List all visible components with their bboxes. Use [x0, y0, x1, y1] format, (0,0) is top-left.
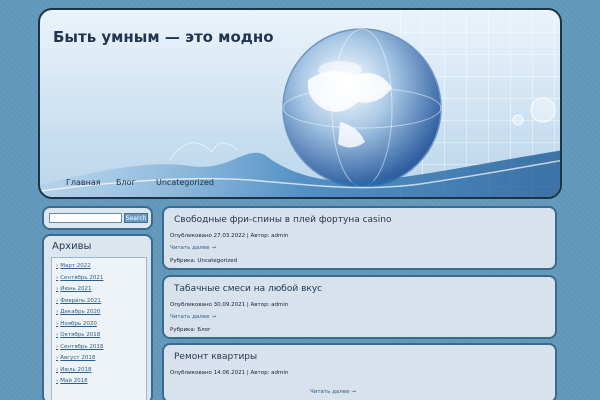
post-card: Ремонт квартиры Опубликовано 14.06.2021 … — [162, 343, 557, 400]
chevron-right-icon: › — [56, 309, 59, 315]
chevron-right-icon: › — [56, 275, 59, 281]
archive-link[interactable]: › Июль 2018 — [56, 367, 91, 373]
archives-widget: Архивы › Март 2022 › Сентябрь 2021 › Июнь 2… — [42, 234, 153, 400]
chevron-right-icon: › — [56, 332, 59, 338]
archives-list: › Март 2022 › Сентябрь 2021 › Июнь 2021 › Фе… — [51, 257, 147, 400]
post-title[interactable]: Свободные фри-спины в плей фортуна casin… — [174, 215, 391, 225]
nav-home[interactable]: Главная — [66, 178, 101, 187]
chevron-right-icon: › — [56, 378, 59, 384]
archive-link[interactable]: › Октябрь 2018 — [56, 332, 100, 338]
chevron-right-icon: › — [56, 263, 59, 269]
nav-uncategorized[interactable]: Uncategorized — [156, 178, 214, 187]
archive-link[interactable]: › Май 2018 — [56, 378, 88, 384]
archive-link[interactable]: › Февраль 2021 — [56, 298, 101, 304]
search-button[interactable]: Search — [124, 213, 148, 223]
archive-link[interactable]: › Сентябрь 2021 — [56, 275, 103, 281]
search-input[interactable] — [49, 213, 122, 223]
main-navigation: Главная Блог Uncategorized — [40, 175, 560, 197]
chevron-right-icon: › — [56, 367, 59, 373]
archive-link[interactable]: › Август 2018 — [56, 355, 95, 361]
search-widget: Search — [42, 206, 153, 230]
post-card: Свободные фри-спины в плей фортуна casin… — [162, 206, 557, 270]
archive-link[interactable]: › Июнь 2021 — [56, 286, 92, 292]
chevron-right-icon: › — [56, 344, 59, 350]
post-title[interactable]: Ремонт квартиры — [174, 352, 257, 362]
archives-heading: Архивы — [52, 241, 92, 252]
site-title[interactable]: Быть умным — это модно — [53, 28, 274, 46]
post-meta: Опубликовано 27.03.2022 | Автор: admin — [170, 233, 289, 239]
archive-link[interactable]: › Сентябрь 2018 — [56, 344, 103, 350]
post-title[interactable]: Табачные смеси на любой вкус — [174, 284, 322, 294]
archive-link[interactable]: › Ноябрь 2020 — [56, 321, 97, 327]
site-header: Быть умным — это модно Главная Блог Unca… — [38, 8, 562, 199]
chevron-right-icon: › — [56, 286, 59, 292]
post-card: Табачные смеси на любой вкус Опубликован… — [162, 275, 557, 339]
read-more-link[interactable]: Читать далее → — [170, 245, 216, 251]
archive-link[interactable]: › Декабрь 2020 — [56, 309, 100, 315]
chevron-right-icon: › — [56, 298, 59, 304]
chevron-right-icon: › — [56, 355, 59, 361]
post-meta: Опубликовано 30.09.2021 | Автор: admin — [170, 302, 289, 308]
chevron-right-icon: › — [56, 321, 59, 327]
read-more-link[interactable]: Читать далее → — [170, 314, 216, 320]
post-category: Рубрика: Блог — [170, 327, 211, 333]
read-more-link[interactable]: Читать далее → — [310, 389, 356, 395]
post-meta: Опубликовано 14.06.2021 | Автор: admin — [170, 370, 289, 376]
archive-link[interactable]: › Март 2022 — [56, 263, 91, 269]
nav-blog[interactable]: Блог — [116, 178, 136, 187]
post-category: Рубрика: Uncategorized — [170, 258, 238, 264]
